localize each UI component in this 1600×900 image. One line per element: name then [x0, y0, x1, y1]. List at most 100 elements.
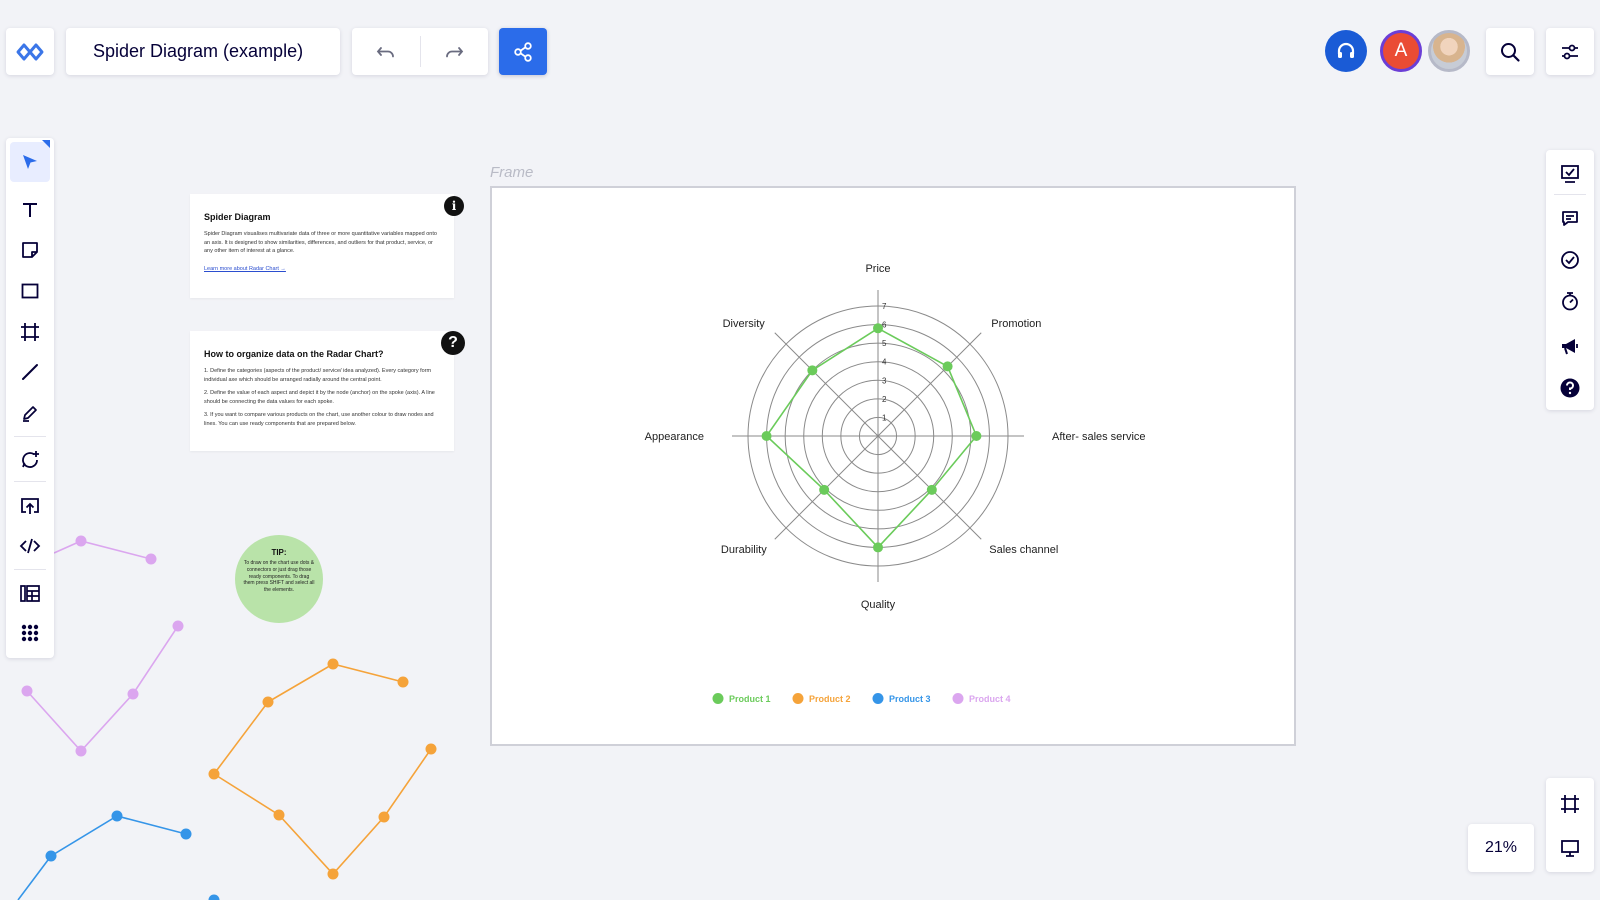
- rectangle-icon: [20, 281, 40, 301]
- megaphone-icon: [1559, 335, 1581, 357]
- legend-marker: [712, 693, 724, 704]
- help-button[interactable]: [1546, 368, 1594, 408]
- question-icon: ?: [441, 331, 465, 355]
- pen-tool-button[interactable]: [6, 393, 54, 433]
- tip-bubble[interactable]: TIP: To draw on the chart use dots & con…: [235, 535, 323, 623]
- toolbar-divider: [14, 569, 46, 570]
- text-icon: [20, 200, 40, 220]
- talktrack-button[interactable]: [1325, 30, 1367, 72]
- frame-tool-button[interactable]: [6, 312, 54, 352]
- radar-data-point: [873, 323, 883, 334]
- legend-entry: Product 4: [969, 694, 1011, 704]
- frame-icon: [19, 321, 41, 343]
- radar-axis-label: Diversity: [723, 318, 766, 330]
- text-tool-button[interactable]: [6, 190, 54, 230]
- legend-entry: Product 1: [729, 694, 771, 704]
- code-icon: [19, 535, 41, 557]
- radar-data-point: [761, 431, 772, 441]
- radar-data-point: [819, 484, 830, 495]
- tool-submenu-marker: [42, 140, 50, 148]
- redo-button[interactable]: [421, 28, 489, 75]
- avatar-initial-text: A: [1394, 40, 1408, 61]
- learn-more-link[interactable]: Learn more about Radar Chart →: [204, 266, 440, 272]
- info-step-3: 3. If you want to compare various produc…: [204, 412, 434, 427]
- present-button[interactable]: [1546, 828, 1594, 868]
- collaboration-toolbar: [1546, 150, 1594, 410]
- comment-tool-button[interactable]: [6, 440, 54, 480]
- product-2-components[interactable]: [213, 663, 432, 876]
- headset-icon: [1335, 40, 1357, 62]
- tip-title: TIP:: [271, 548, 287, 557]
- radar-data-point: [873, 542, 883, 553]
- legend-entry: Product 2: [809, 694, 851, 704]
- upload-tool-button[interactable]: [6, 486, 54, 526]
- frame-label[interactable]: Frame: [490, 164, 533, 181]
- undo-button[interactable]: [352, 28, 420, 75]
- presentation-check-icon: [1559, 163, 1581, 185]
- board-settings-button[interactable]: [1546, 28, 1594, 75]
- timer-icon: [1559, 290, 1581, 312]
- user-avatar-initial[interactable]: A: [1380, 30, 1422, 72]
- share-button[interactable]: [499, 28, 547, 75]
- radar-spoke: [877, 332, 982, 437]
- radar-spoke: [774, 332, 879, 437]
- radar-scale-tick: 7: [882, 302, 887, 311]
- radar-data-point: [942, 361, 953, 372]
- line-tool-button[interactable]: [6, 352, 54, 392]
- product-3-nodes[interactable]: [45, 810, 220, 900]
- spider-diagram-info-card[interactable]: Spider Diagram Spider Diagram visualises…: [190, 194, 454, 298]
- product-3-components[interactable]: [17, 815, 187, 900]
- grid-dots-icon: [20, 623, 40, 643]
- radar-axis-label: Quality: [861, 599, 896, 611]
- voting-button[interactable]: [1546, 240, 1594, 280]
- search-icon: [1499, 41, 1521, 63]
- frame[interactable]: 1 2 3 4 5 6 7 Price Promotion After- sales servic…: [490, 186, 1296, 746]
- help-icon: [1559, 377, 1581, 399]
- zoom-level-button[interactable]: 21%: [1468, 824, 1534, 872]
- legend-entry: Product 3: [889, 694, 931, 704]
- pen-icon: [20, 403, 40, 423]
- board-logo-button[interactable]: [6, 28, 54, 75]
- templates-tool-button[interactable]: [6, 573, 54, 613]
- radar-scale-tick: 4: [882, 358, 887, 367]
- timer-button[interactable]: [1546, 281, 1594, 321]
- shape-tool-button[interactable]: [6, 271, 54, 311]
- select-tool-button[interactable]: [10, 142, 50, 182]
- info-icon: i: [444, 196, 464, 216]
- search-button[interactable]: [1486, 28, 1534, 75]
- radar-scale-tick: 3: [882, 376, 887, 385]
- frames-panel-button[interactable]: [1546, 784, 1594, 824]
- tip-text: To draw on the chart use dots & connecto…: [243, 560, 315, 593]
- sticky-note-tool-button[interactable]: [6, 230, 54, 270]
- frame-icon: [1559, 793, 1581, 815]
- chat-button[interactable]: [1546, 198, 1594, 238]
- embed-tool-button[interactable]: [6, 526, 54, 566]
- radar-axis-label: Price: [865, 263, 890, 275]
- announce-button[interactable]: [1546, 326, 1594, 366]
- comment-add-icon: [19, 449, 41, 471]
- radar-data-point: [807, 365, 818, 376]
- organize-data-info-card[interactable]: How to organize data on the Radar Chart?…: [190, 331, 454, 451]
- radar-series-line: [765, 327, 978, 549]
- product-2-nodes[interactable]: [208, 658, 437, 880]
- radar-axis-label: Sales channel: [989, 544, 1058, 556]
- legend-marker: [952, 693, 964, 704]
- undo-redo-group: [352, 28, 488, 75]
- board-title[interactable]: Spider Diagram (example): [66, 28, 340, 75]
- undo-icon: [376, 45, 396, 59]
- presentation-button[interactable]: [1546, 154, 1594, 194]
- creation-toolbar: [6, 138, 54, 658]
- user-avatar-photo[interactable]: [1428, 30, 1470, 72]
- legend-marker: [792, 693, 804, 704]
- legend-marker: [872, 693, 884, 704]
- toolbar-divider: [14, 481, 46, 482]
- sticky-note-icon: [20, 240, 40, 260]
- cursor-icon: [20, 152, 40, 172]
- radar-axis-label: Promotion: [991, 318, 1041, 330]
- info-step-2: 2. Define the value of each aspect and d…: [204, 390, 435, 405]
- bottom-right-toolbar: [1546, 778, 1594, 872]
- upload-icon: [19, 495, 41, 517]
- info-step-1: 1. Define the categories (aspects of the…: [204, 368, 432, 383]
- share-icon: [512, 41, 534, 63]
- apps-tool-button[interactable]: [6, 613, 54, 653]
